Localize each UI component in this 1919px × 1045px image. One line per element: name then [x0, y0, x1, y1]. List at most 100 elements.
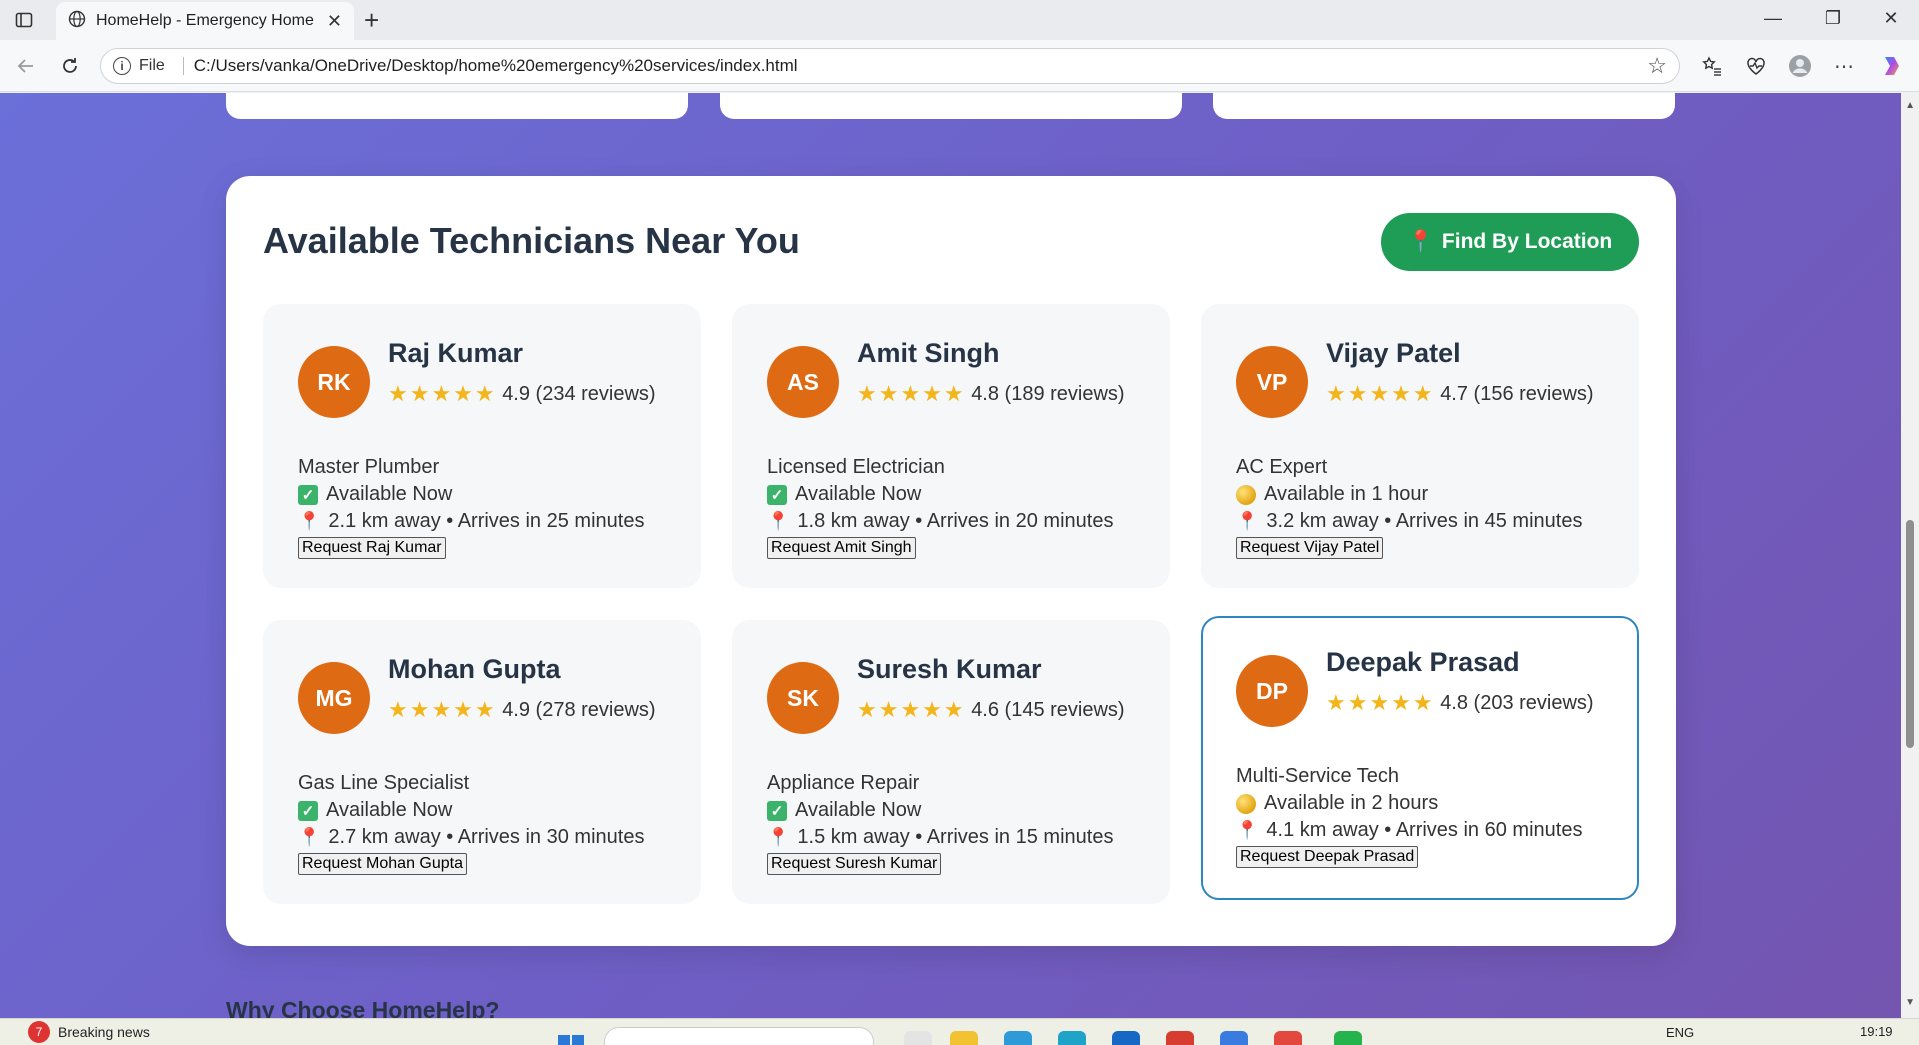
availability-text: Available Now — [795, 483, 922, 505]
avatar: VP — [1236, 346, 1308, 418]
availability-text: Available in 1 hour — [1264, 483, 1429, 505]
rating: ★★★★★ 4.8 (189 reviews) — [857, 382, 1157, 406]
availability-status: Available in 2 hours — [1236, 792, 1438, 815]
technicians-panel: Available Technicians Near You 📍 Find By… — [226, 176, 1676, 946]
technician-card[interactable]: RK Raj Kumar ★★★★★ 4.9 (234 reviews) Master… — [263, 304, 701, 588]
rating-text: 4.8 (189 reviews) — [971, 383, 1125, 405]
rating: ★★★★★ 4.9 (278 reviews) — [388, 698, 688, 722]
find-by-location-button[interactable]: 📍 Find By Location — [1381, 213, 1639, 271]
avatar: DP — [1236, 655, 1308, 727]
health-icon[interactable] — [1742, 52, 1770, 80]
more-menu-icon[interactable]: ⋯ — [1830, 52, 1858, 80]
specialty: Licensed Electrician — [767, 456, 945, 478]
location-pin-icon: 📍 — [298, 511, 321, 531]
distance-text: 2.1 km away • Arrives in 25 minutes — [328, 510, 645, 532]
rating: ★★★★★ 4.8 (203 reviews) — [1326, 691, 1626, 715]
back-icon[interactable] — [12, 52, 40, 80]
tab-actions-icon[interactable] — [12, 9, 36, 31]
close-tab-icon[interactable]: ✕ — [327, 11, 342, 32]
taskbar-clock[interactable]: 19:19 — [1860, 1024, 1893, 1039]
page-viewport: Available Technicians Near You 📍 Find By… — [0, 93, 1919, 1018]
star-rating-icon: ★★★★★ — [1326, 381, 1435, 406]
star-rating-icon: ★★★★★ — [388, 697, 497, 722]
request-technician-button[interactable]: Request Suresh Kumar — [767, 853, 942, 875]
technician-card[interactable]: VP Vijay Patel ★★★★★ 4.7 (156 reviews) AC E… — [1201, 304, 1639, 588]
scrollbar-thumb[interactable] — [1906, 520, 1914, 748]
previous-service-card — [226, 93, 688, 119]
distance-text: 3.2 km away • Arrives in 45 minutes — [1266, 510, 1583, 532]
browser-app-icon[interactable] — [1058, 1031, 1086, 1045]
profile-avatar-icon[interactable] — [1786, 52, 1814, 80]
technician-card[interactable]: DP Deepak Prasad ★★★★★ 4.8 (203 reviews) Mu… — [1201, 616, 1639, 900]
address-scheme: File — [139, 57, 165, 74]
favorites-icon[interactable] — [1698, 52, 1726, 80]
copilot-icon[interactable] — [1878, 52, 1906, 80]
browser-tab[interactable]: HomeHelp - Emergency Home Se ✕ — [56, 2, 354, 40]
available-check-icon: ✓ — [298, 800, 318, 821]
availability-text: Available Now — [326, 483, 453, 505]
gmail-icon[interactable] — [1166, 1031, 1194, 1045]
technician-card[interactable]: AS Amit Singh ★★★★★ 4.8 (189 reviews) Licen… — [732, 304, 1170, 588]
section-title: Available Technicians Near You — [263, 220, 800, 261]
news-badge: 7 — [28, 1021, 50, 1043]
minimize-icon[interactable]: — — [1758, 8, 1788, 29]
location-pin-icon: 📍 — [767, 827, 790, 847]
specialty: Master Plumber — [298, 456, 440, 478]
new-tab-icon[interactable]: + — [364, 6, 379, 34]
request-technician-button[interactable]: Request Deepak Prasad — [1236, 846, 1419, 868]
close-window-icon[interactable]: ✕ — [1876, 8, 1906, 29]
specialty: Multi-Service Tech — [1236, 765, 1400, 787]
specialty: AC Expert — [1236, 456, 1328, 478]
favorite-star-icon[interactable]: ☆ — [1647, 53, 1667, 79]
refresh-icon[interactable] — [56, 52, 84, 80]
app-icon[interactable] — [1220, 1031, 1248, 1045]
star-rating-icon: ★★★★★ — [388, 381, 497, 406]
availability-text: Available in 2 hours — [1264, 792, 1439, 814]
store-icon[interactable] — [1112, 1031, 1140, 1045]
availability-status: ✓ Available Now — [298, 483, 452, 506]
avatar: SK — [767, 662, 839, 734]
clock-status-icon — [1236, 484, 1256, 505]
availability-status: Available in 1 hour — [1236, 483, 1428, 506]
rating: ★★★★★ 4.6 (145 reviews) — [857, 698, 1157, 722]
specialty: Gas Line Specialist — [298, 772, 470, 794]
rating-text: 4.6 (145 reviews) — [971, 699, 1125, 721]
distance-info: 📍 1.5 km away • Arrives in 15 minutes — [767, 826, 1113, 849]
rating-text: 4.8 (203 reviews) — [1440, 692, 1594, 714]
technician-name: Mohan Gupta — [388, 654, 561, 684]
distance-info: 📍 1.8 km away • Arrives in 20 minutes — [767, 510, 1113, 533]
technician-name: Amit Singh — [857, 338, 1000, 368]
availability-text: Available Now — [795, 799, 922, 821]
task-view-icon[interactable] — [904, 1031, 932, 1045]
rating-text: 4.7 (156 reviews) — [1440, 383, 1594, 405]
whatsapp-icon[interactable] — [1334, 1031, 1362, 1045]
windows-start-icon[interactable] — [558, 1035, 584, 1045]
technician-card[interactable]: MG Mohan Gupta ★★★★★ 4.9 (278 reviews) Gas … — [263, 620, 701, 904]
technician-card[interactable]: SK Suresh Kumar ★★★★★ 4.6 (145 reviews) App… — [732, 620, 1170, 904]
distance-info: 📍 2.7 km away • Arrives in 30 minutes — [298, 826, 644, 849]
edge-icon[interactable] — [1004, 1031, 1032, 1045]
request-technician-button[interactable]: Request Raj Kumar — [298, 537, 446, 559]
restore-icon[interactable]: ❐ — [1818, 8, 1848, 29]
scroll-up-icon[interactable]: ▲ — [1905, 100, 1915, 111]
address-bar[interactable]: i File C:/Users/vanka/OneDrive/Desktop/h… — [100, 48, 1680, 84]
technician-name: Suresh Kumar — [857, 654, 1042, 684]
request-technician-button[interactable]: Request Amit Singh — [767, 537, 916, 559]
taskbar-search-input[interactable] — [604, 1027, 874, 1045]
technician-name: Raj Kumar — [388, 338, 524, 368]
news-widget[interactable]: 7 Breaking news — [28, 1021, 150, 1043]
info-icon[interactable]: i — [113, 57, 131, 75]
distance-info: 📍 3.2 km away • Arrives in 45 minutes — [1236, 510, 1582, 533]
rating-text: 4.9 (278 reviews) — [502, 699, 656, 721]
request-technician-button[interactable]: Request Vijay Patel — [1236, 537, 1384, 559]
file-explorer-icon[interactable] — [950, 1031, 978, 1045]
star-rating-icon: ★★★★★ — [1326, 690, 1435, 715]
location-pin-icon: 📍 — [1236, 511, 1259, 531]
scroll-down-icon[interactable]: ▼ — [1905, 997, 1915, 1008]
app-icon[interactable] — [1274, 1031, 1302, 1045]
request-technician-button[interactable]: Request Mohan Gupta — [298, 853, 467, 875]
address-url[interactable]: C:/Users/vanka/OneDrive/Desktop/home%20e… — [194, 56, 798, 76]
language-indicator[interactable]: ENG — [1666, 1025, 1694, 1040]
globe-icon — [68, 10, 86, 33]
available-check-icon: ✓ — [767, 484, 787, 505]
